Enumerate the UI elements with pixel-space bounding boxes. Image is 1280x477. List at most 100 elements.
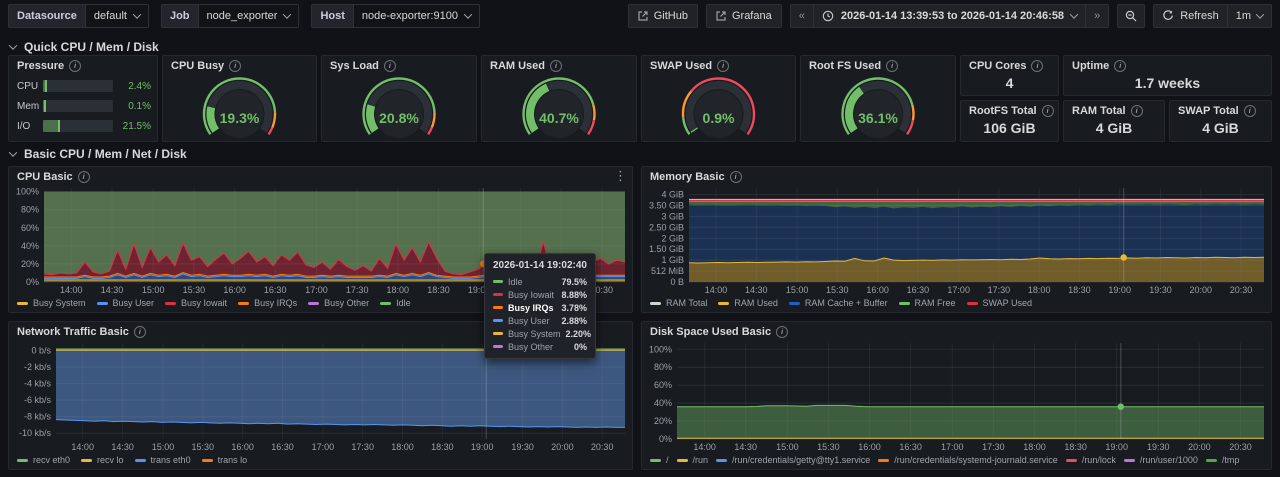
info-icon[interactable]: i bbox=[69, 60, 81, 72]
external-link-icon bbox=[638, 11, 648, 21]
legend-item[interactable]: Busy Iowait bbox=[165, 298, 227, 308]
time-range-picker[interactable]: 2026-01-14 13:39:53 to 2026-01-14 20:46:… bbox=[813, 5, 1085, 27]
legend-item[interactable]: SWAP Used bbox=[967, 298, 1033, 308]
legend-item[interactable]: trans eth0 bbox=[135, 455, 191, 465]
svg-text:40%: 40% bbox=[21, 241, 39, 251]
memory-basic-chart[interactable]: 4 GiB3.50 GiB3 GiB2.50 GiB2 GiB1.50 GiB1… bbox=[643, 188, 1272, 296]
info-icon[interactable]: i bbox=[384, 60, 396, 72]
variable-host-select[interactable]: node-exporter:9100 bbox=[353, 4, 480, 28]
info-icon[interactable]: i bbox=[134, 326, 146, 338]
panel-title[interactable]: Memory Basici bbox=[650, 171, 742, 183]
svg-text:19:00: 19:00 bbox=[1105, 442, 1128, 452]
toolbar-actions: GitHub Grafana « 2026-01-14 13:39:53 to … bbox=[628, 4, 1272, 28]
refresh-button[interactable]: Refresh bbox=[1154, 5, 1227, 27]
svg-text:100%: 100% bbox=[16, 188, 39, 197]
panel-title[interactable]: Root FS Usedi bbox=[809, 60, 898, 72]
panel-title[interactable]: Uptimei bbox=[1072, 60, 1126, 72]
github-link-button[interactable]: GitHub bbox=[628, 4, 698, 28]
variable-job-label: Job bbox=[161, 4, 198, 28]
legend-item[interactable]: Busy User bbox=[97, 298, 155, 308]
svg-text:14:00: 14:00 bbox=[705, 285, 728, 295]
panel-swap-used: SWAP Usedi 0.9% bbox=[641, 55, 796, 142]
legend-item[interactable]: RAM Free bbox=[899, 298, 956, 308]
refresh-interval-select[interactable]: 1m bbox=[1227, 5, 1271, 27]
panel-title[interactable]: CPU Coresi bbox=[969, 60, 1043, 72]
grafana-dashboard: Datasource default Job node_exporter Hos… bbox=[0, 0, 1280, 477]
svg-text:18:30: 18:30 bbox=[431, 442, 454, 452]
gauge-sys-load: 20.8% bbox=[322, 74, 476, 140]
svg-text:17:30: 17:30 bbox=[351, 442, 374, 452]
pressure-bar-mem bbox=[43, 100, 113, 112]
variable-host: Host node-exporter:9100 bbox=[311, 4, 479, 28]
chevron-down-icon bbox=[283, 10, 291, 18]
panel-menu-icon[interactable]: ⋮ bbox=[614, 169, 627, 183]
time-shift-back-button[interactable]: « bbox=[791, 5, 813, 27]
panel-title[interactable]: RAM Usedi bbox=[490, 60, 562, 72]
variable-job-select[interactable]: node_exporter bbox=[198, 4, 300, 28]
panel-title[interactable]: Sys Loadi bbox=[330, 60, 396, 72]
disk-basic-legend: / /run/run/credentials/getty@tty1.service… bbox=[650, 453, 1267, 467]
svg-text:18:00: 18:00 bbox=[391, 442, 414, 452]
svg-text:20:00: 20:00 bbox=[1188, 442, 1211, 452]
info-icon[interactable]: i bbox=[1042, 105, 1054, 117]
info-icon[interactable]: i bbox=[550, 60, 562, 72]
panel-title[interactable]: Network Traffic Basici bbox=[17, 326, 146, 338]
legend-item[interactable]: recv lo bbox=[81, 455, 124, 465]
legend-item[interactable]: recv eth0 bbox=[17, 455, 70, 465]
panel-title[interactable]: CPU Basici bbox=[17, 171, 90, 183]
chevron-down-icon bbox=[464, 10, 472, 18]
panel-title[interactable]: Disk Space Used Basici bbox=[650, 326, 788, 338]
zoom-out-button[interactable] bbox=[1117, 4, 1145, 28]
panel-title[interactable]: SWAP Totali bbox=[1178, 105, 1256, 117]
svg-text:15:00: 15:00 bbox=[152, 442, 175, 452]
info-icon[interactable]: i bbox=[886, 60, 898, 72]
pressure-bar-io bbox=[43, 120, 113, 132]
section-basic[interactable]: Basic CPU / Mem / Net / Disk bbox=[10, 147, 187, 161]
gauge-rootfs-used: 36.1% bbox=[801, 74, 955, 140]
svg-text:16:30: 16:30 bbox=[271, 442, 294, 452]
gauge-canvas: 20.8% bbox=[322, 74, 476, 140]
variable-job: Job node_exporter bbox=[161, 4, 300, 28]
legend-item[interactable]: /run/credentials/systemd-journald.servic… bbox=[878, 455, 1058, 465]
network-basic-chart[interactable]: 0 b/s-2 kb/s-4 kb/s-6 kb/s-8 kb/s-10 kb/… bbox=[10, 343, 633, 453]
grafana-link-button[interactable]: Grafana bbox=[706, 4, 782, 28]
panel-title[interactable]: RAM Totali bbox=[1072, 105, 1143, 117]
legend-item[interactable]: / bbox=[650, 455, 669, 465]
gauge-canvas: 19.3% bbox=[163, 74, 316, 140]
legend-item[interactable]: /run/user/1000 bbox=[1124, 455, 1198, 465]
legend-item[interactable]: Busy System bbox=[17, 298, 86, 308]
section-quick[interactable]: Quick CPU / Mem / Disk bbox=[10, 40, 159, 54]
tooltip-row: Busy IRQs3.78% bbox=[485, 301, 595, 314]
tooltip-row: Idle79.5% bbox=[485, 275, 595, 288]
legend-item[interactable]: /run bbox=[677, 455, 709, 465]
disk-basic-chart[interactable]: 100%80%60%40%20%0%14:0014:3015:0015:3016… bbox=[643, 343, 1272, 453]
panel-title[interactable]: CPU Busyi bbox=[171, 60, 241, 72]
legend-item[interactable]: Busy Other bbox=[308, 298, 369, 308]
legend-item[interactable]: /run/lock bbox=[1066, 455, 1116, 465]
info-icon[interactable]: i bbox=[1031, 60, 1043, 72]
legend-item[interactable]: RAM Used bbox=[718, 298, 778, 308]
legend-item[interactable]: trans lo bbox=[202, 455, 248, 465]
variable-datasource-select[interactable]: default bbox=[85, 4, 149, 28]
info-icon[interactable]: i bbox=[1131, 105, 1143, 117]
info-icon[interactable]: i bbox=[78, 171, 90, 183]
info-icon[interactable]: i bbox=[1244, 105, 1256, 117]
legend-item[interactable]: RAM Cache + Buffer bbox=[789, 298, 888, 308]
time-picker-group: « 2026-01-14 13:39:53 to 2026-01-14 20:4… bbox=[790, 4, 1109, 28]
info-icon[interactable]: i bbox=[730, 171, 742, 183]
external-link-icon bbox=[716, 11, 726, 21]
info-icon[interactable]: i bbox=[1114, 60, 1126, 72]
legend-item[interactable]: /tmp bbox=[1206, 455, 1240, 465]
panel-title[interactable]: Pressurei bbox=[17, 60, 81, 72]
legend-item[interactable]: /run/credentials/getty@tty1.service bbox=[716, 455, 870, 465]
info-icon[interactable]: i bbox=[229, 60, 241, 72]
collapse-chevron-icon bbox=[9, 41, 17, 49]
info-icon[interactable]: i bbox=[776, 326, 788, 338]
panel-title[interactable]: RootFS Totali bbox=[969, 105, 1054, 117]
panel-title[interactable]: SWAP Usedi bbox=[650, 60, 729, 72]
legend-item[interactable]: Idle bbox=[380, 298, 411, 308]
time-shift-forward-button[interactable]: » bbox=[1085, 5, 1108, 27]
legend-item[interactable]: Busy IRQs bbox=[238, 298, 297, 308]
info-icon[interactable]: i bbox=[717, 60, 729, 72]
legend-item[interactable]: RAM Total bbox=[650, 298, 707, 308]
